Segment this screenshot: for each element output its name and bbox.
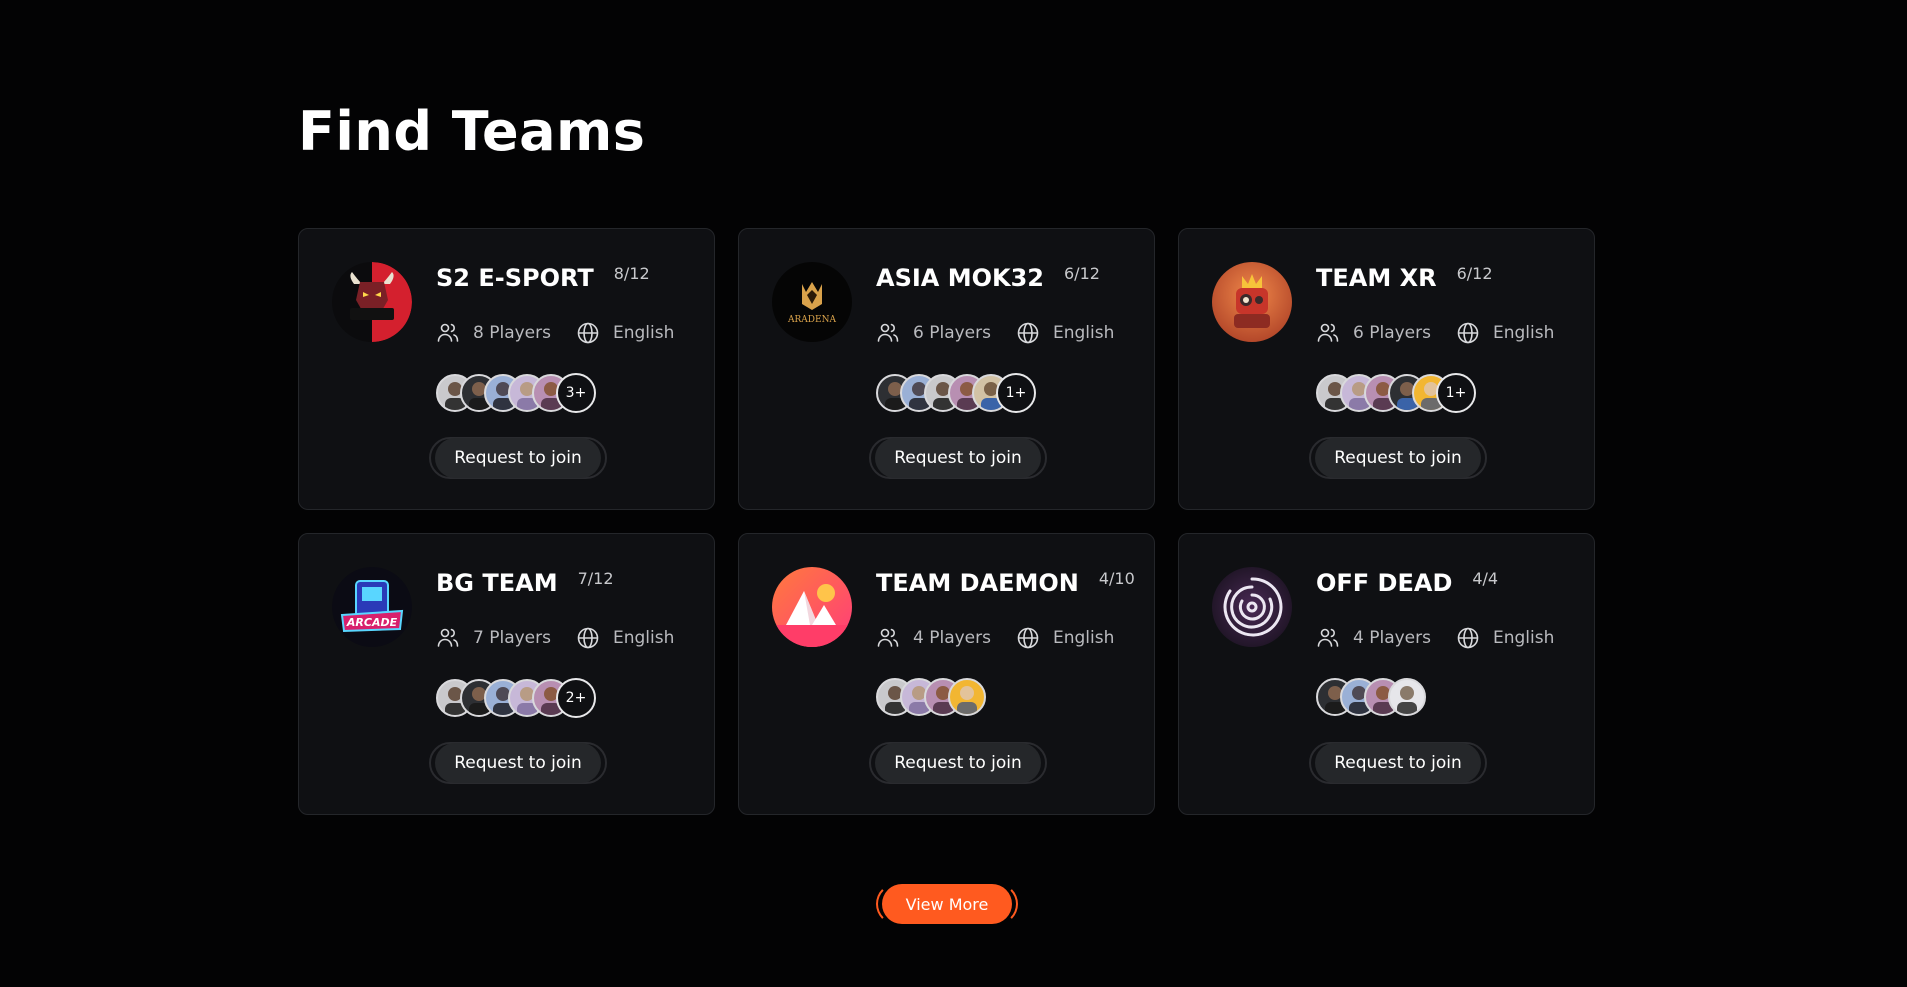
team-meta: 8 Players English: [436, 321, 674, 345]
member-avatars: [876, 678, 986, 716]
team-card: ARCADE BG TEAM 7/12 7 Players English 2+…: [298, 533, 715, 815]
gaming-bull-logo: [332, 262, 412, 342]
players-count: 4 Players: [913, 628, 991, 648]
member-avatars: 3+: [436, 373, 596, 413]
users-icon: [436, 626, 460, 650]
team-count: 6/12: [1456, 264, 1493, 283]
more-members-count: 2+: [556, 678, 596, 718]
request-to-join-button[interactable]: Request to join: [435, 743, 601, 783]
pyramids-sun-logo: [772, 567, 852, 647]
globe-icon: [1456, 626, 1480, 650]
more-members-count: 3+: [556, 373, 596, 413]
team-name: BG TEAM 7/12: [436, 568, 614, 598]
more-members-count: 1+: [1436, 373, 1476, 413]
team-meta: 4 Players English: [876, 626, 1114, 650]
request-to-join-button[interactable]: Request to join: [875, 438, 1041, 478]
team-meta: 6 Players English: [876, 321, 1114, 345]
players-count: 4 Players: [1353, 628, 1431, 648]
players-count: 6 Players: [1353, 323, 1431, 343]
users-icon: [1316, 321, 1340, 345]
team-count: 4/4: [1472, 569, 1499, 588]
team-card: ARADENA ASIA MOK32 6/12 6 Players Englis…: [738, 228, 1155, 510]
team-language: English: [1052, 323, 1115, 343]
view-more-outline: View More: [876, 883, 1018, 925]
team-name: OFF DEAD 4/4: [1316, 568, 1498, 598]
logo-text: ARCADE: [346, 616, 398, 629]
team-language: English: [1052, 628, 1115, 648]
team-language: English: [1492, 628, 1555, 648]
team-language: English: [612, 323, 675, 343]
team-meta: 4 Players English: [1316, 626, 1554, 650]
team-card: TEAM XR 6/12 6 Players English 1+ Reques…: [1178, 228, 1595, 510]
globe-icon: [576, 321, 600, 345]
request-to-join-button[interactable]: Request to join: [1315, 438, 1481, 478]
users-icon: [876, 321, 900, 345]
maze-logo: [1212, 567, 1292, 647]
team-language: English: [1492, 323, 1555, 343]
request-to-join-button[interactable]: Request to join: [435, 438, 601, 478]
robot-logo: [1212, 262, 1292, 342]
page-title: Find Teams: [298, 100, 646, 163]
players-count: 6 Players: [913, 323, 991, 343]
globe-icon: [1016, 626, 1040, 650]
team-count: 8/12: [613, 264, 650, 283]
team-name: TEAM XR 6/12: [1316, 263, 1493, 293]
team-meta: 7 Players English: [436, 626, 674, 650]
globe-icon: [576, 626, 600, 650]
teams-grid: S2 E-SPORT 8/12 8 Players English 3+ Req…: [298, 228, 1595, 815]
team-count: 4/10: [1098, 569, 1135, 588]
team-language: English: [612, 628, 675, 648]
users-icon: [1316, 626, 1340, 650]
avatar: [1388, 678, 1426, 716]
globe-icon: [1016, 321, 1040, 345]
team-meta: 6 Players English: [1316, 321, 1554, 345]
member-avatars: [1316, 678, 1426, 716]
find-teams-page: Find Teams S2 E-SPORT 8/12 8 Players Eng…: [0, 0, 1907, 987]
member-avatars: 1+: [1316, 373, 1476, 413]
team-name: ASIA MOK32 6/12: [876, 263, 1100, 293]
logo-text: ARADENA: [787, 315, 836, 325]
players-count: 8 Players: [473, 323, 551, 343]
request-to-join-button[interactable]: Request to join: [1315, 743, 1481, 783]
globe-icon: [1456, 321, 1480, 345]
team-card: TEAM DAEMON 4/10 4 Players English Reque…: [738, 533, 1155, 815]
avatar: [948, 678, 986, 716]
team-name: TEAM DAEMON 4/10: [876, 568, 1135, 598]
more-members-count: 1+: [996, 373, 1036, 413]
view-more-button[interactable]: View More: [882, 884, 1012, 924]
team-card: OFF DEAD 4/4 4 Players English Request t…: [1178, 533, 1595, 815]
member-avatars: 2+: [436, 678, 596, 718]
players-count: 7 Players: [473, 628, 551, 648]
team-count: 6/12: [1064, 264, 1100, 283]
team-card: S2 E-SPORT 8/12 8 Players English 3+ Req…: [298, 228, 715, 510]
member-avatars: 1+: [876, 373, 1036, 413]
arcade-logo: ARCADE: [332, 567, 412, 647]
users-icon: [436, 321, 460, 345]
team-name: S2 E-SPORT 8/12: [436, 263, 650, 293]
request-to-join-button[interactable]: Request to join: [875, 743, 1041, 783]
team-count: 7/12: [577, 569, 614, 588]
aradena-crown-logo: ARADENA: [772, 262, 852, 342]
users-icon: [876, 626, 900, 650]
